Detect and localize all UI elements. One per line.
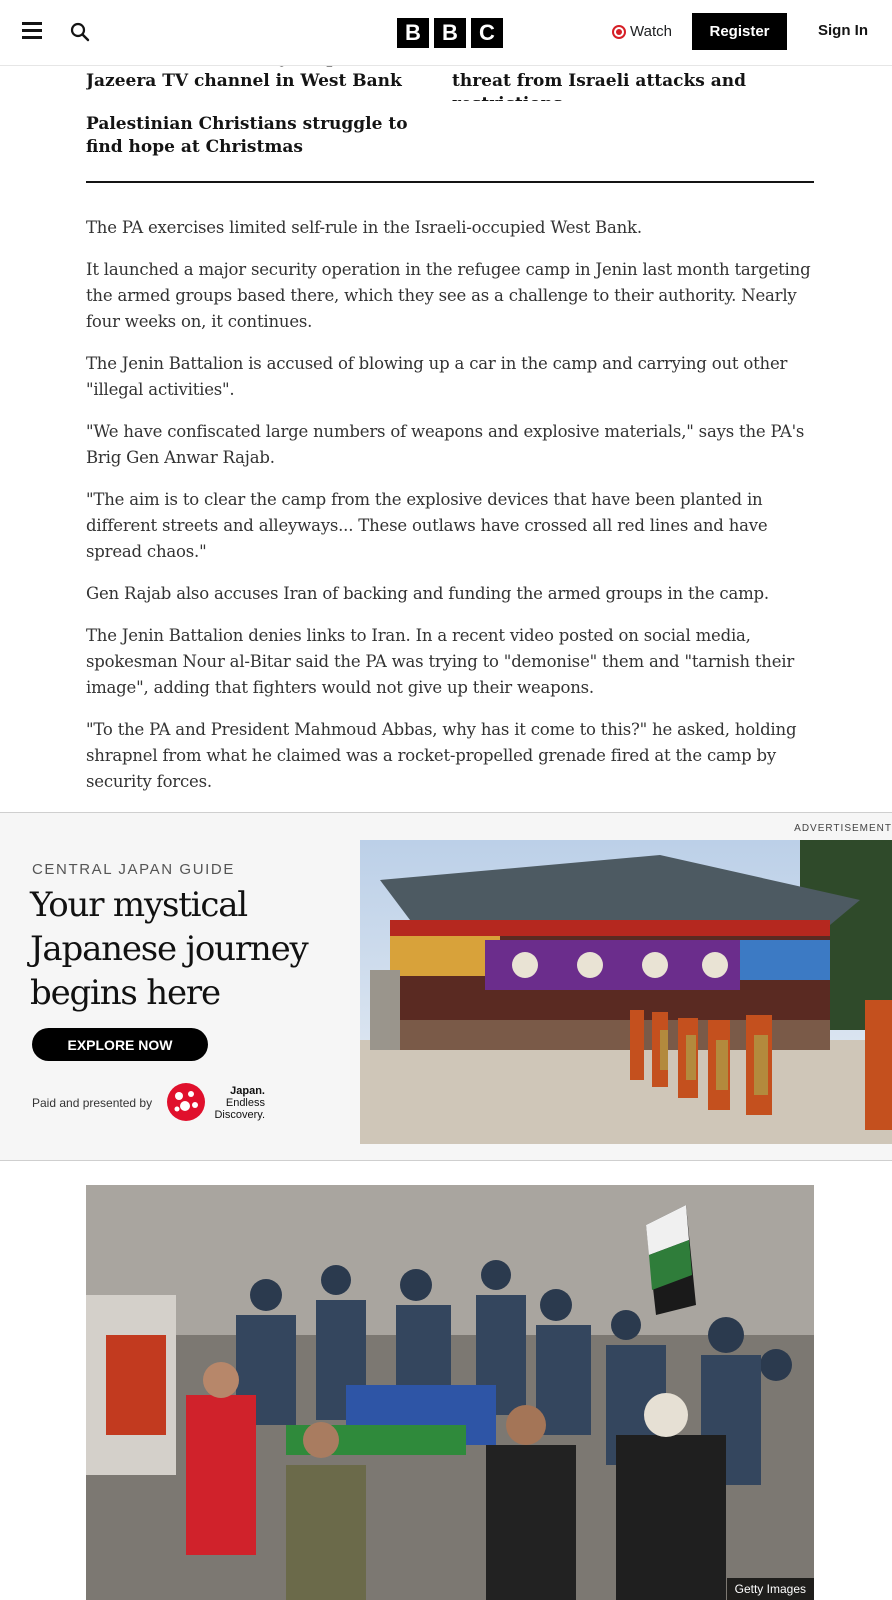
related-link-text: Palestinian Christians struggle to find … <box>86 114 408 157</box>
article-photo: Getty Images <box>86 1185 814 1600</box>
site-header: B B C Watch Register Sign In <box>0 0 892 66</box>
ad-headline[interactable]: Your mystical Japanese journey begins he… <box>30 883 330 1015</box>
ad-label: ADVERTISEMENT <box>794 823 892 834</box>
live-icon <box>612 24 626 39</box>
logo-letter: B <box>397 18 429 48</box>
article-paragraph: Gen Rajab also accuses Iran of backing a… <box>86 584 769 603</box>
watch-link[interactable]: Watch <box>612 23 672 40</box>
ad-paid-text: Paid and presented by <box>32 1096 153 1110</box>
sponsor-line: Discovery. <box>214 1109 265 1121</box>
ad-kicker: CENTRAL JAPAN GUIDE <box>32 861 235 878</box>
search-icon[interactable] <box>70 22 90 42</box>
logo-letter: C <box>471 18 503 48</box>
photo-credit: Getty Images <box>726 1578 814 1600</box>
article-paragraph: The Jenin Battalion denies links to Iran… <box>86 626 795 697</box>
section-divider <box>86 181 814 183</box>
watch-label: Watch <box>630 23 672 40</box>
sponsor-logo-text: Japan. Endless Discovery. <box>211 1085 265 1121</box>
bbc-logo[interactable]: B B C <box>397 18 503 48</box>
article-paragraph: "To the PA and President Mahmoud Abbas, … <box>86 720 797 791</box>
article-body: The PA exercises limited self-rule in th… <box>86 215 814 811</box>
article-paragraph: It launched a major security operation i… <box>86 260 811 331</box>
signin-link[interactable]: Sign In <box>818 22 868 39</box>
related-link[interactable]: Palestinian Christians struggle to find … <box>86 113 416 159</box>
sponsor-logo-icon[interactable] <box>165 1081 207 1123</box>
logo-letter: B <box>434 18 466 48</box>
explore-now-button[interactable]: EXPLORE NOW <box>32 1028 208 1061</box>
article-paragraph: "We have confiscated large numbers of we… <box>86 422 805 467</box>
temple-image[interactable] <box>360 840 892 1144</box>
sponsor-line: Endless <box>225 1097 265 1109</box>
article-paragraph: "The aim is to clear the camp from the e… <box>86 490 768 561</box>
advertisement[interactable]: ADVERTISEMENT CENTRAL JAPAN GUIDE Your m… <box>0 812 892 1161</box>
menu-icon[interactable] <box>22 22 42 40</box>
article-paragraph: The PA exercises limited self-rule in th… <box>86 218 642 237</box>
article-paragraph: The Jenin Battalion is accused of blowin… <box>86 354 788 399</box>
register-button[interactable]: Register <box>692 13 787 50</box>
sponsor-line: Japan. <box>230 1085 265 1097</box>
